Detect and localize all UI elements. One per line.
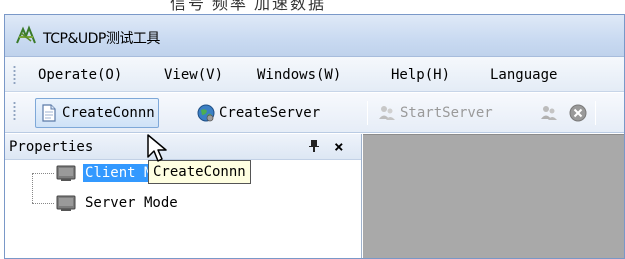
pin-glyph-icon <box>309 140 319 152</box>
properties-panel-title: Properties <box>9 139 94 155</box>
computer-icon <box>56 195 76 211</box>
menu-view[interactable]: View(V) <box>161 66 226 84</box>
server-people-icon <box>379 106 395 120</box>
properties-panel-header: Properties × <box>5 134 361 160</box>
panel-close-icon[interactable]: × <box>334 137 344 156</box>
menu-windows[interactable]: Windows(W) <box>254 66 344 84</box>
toolbar-separator-end <box>595 101 596 125</box>
toolbar: CreateConnn CreateServer StartServer <box>5 93 624 133</box>
mouse-pointer-icon <box>147 134 167 162</box>
app-window: TCP&UDP测试工具 Operate(O) View(V) Windows(W… <box>4 14 625 259</box>
close-circle-icon <box>569 104 587 122</box>
tree-connector <box>32 173 54 174</box>
window-title: TCP&UDP测试工具 <box>43 31 160 47</box>
menu-language[interactable]: Language <box>487 66 560 84</box>
menu-help[interactable]: Help(H) <box>388 66 453 84</box>
disconnect-button[interactable] <box>565 98 591 128</box>
tree-node-server-mode[interactable]: Server Mode <box>55 192 180 214</box>
menu-operate[interactable]: Operate(O) <box>35 66 125 84</box>
new-document-icon <box>42 104 56 122</box>
app-icon <box>16 25 36 44</box>
start-server-label: StartServer <box>400 105 493 121</box>
cropped-background-strip: 信号 频率 加速数据 <box>0 0 625 14</box>
tree-connector <box>32 203 54 204</box>
menu-grip[interactable] <box>13 65 16 85</box>
computer-icon <box>56 165 76 181</box>
menu-bar: Operate(O) View(V) Windows(W) Help(H) La… <box>5 57 624 92</box>
pin-icon[interactable] <box>307 138 321 158</box>
create-server-label: CreateServer <box>219 105 321 121</box>
tree-connector-vertical <box>32 173 33 203</box>
create-server-button[interactable]: CreateServer <box>193 98 323 128</box>
server-people-gray-icon <box>541 106 557 120</box>
create-conn-button[interactable]: CreateConnn <box>35 98 159 128</box>
create-conn-label: CreateConnn <box>62 105 155 121</box>
globe-icon <box>197 104 215 122</box>
workspace-area[interactable] <box>363 134 624 258</box>
start-server-button[interactable]: StartServer <box>374 98 496 128</box>
title-bar[interactable]: TCP&UDP测试工具 <box>5 15 624 57</box>
toolbar-grip[interactable] <box>13 101 16 121</box>
properties-panel: Properties × Client Mode Server Mode <box>5 134 362 258</box>
stop-server-button[interactable] <box>536 98 562 128</box>
server-mode-label: Server Mode <box>85 195 178 211</box>
tooltip: CreateConnn <box>148 160 251 184</box>
cropped-top-text: 信号 频率 加速数据 <box>170 0 327 13</box>
toolbar-separator <box>367 101 368 125</box>
